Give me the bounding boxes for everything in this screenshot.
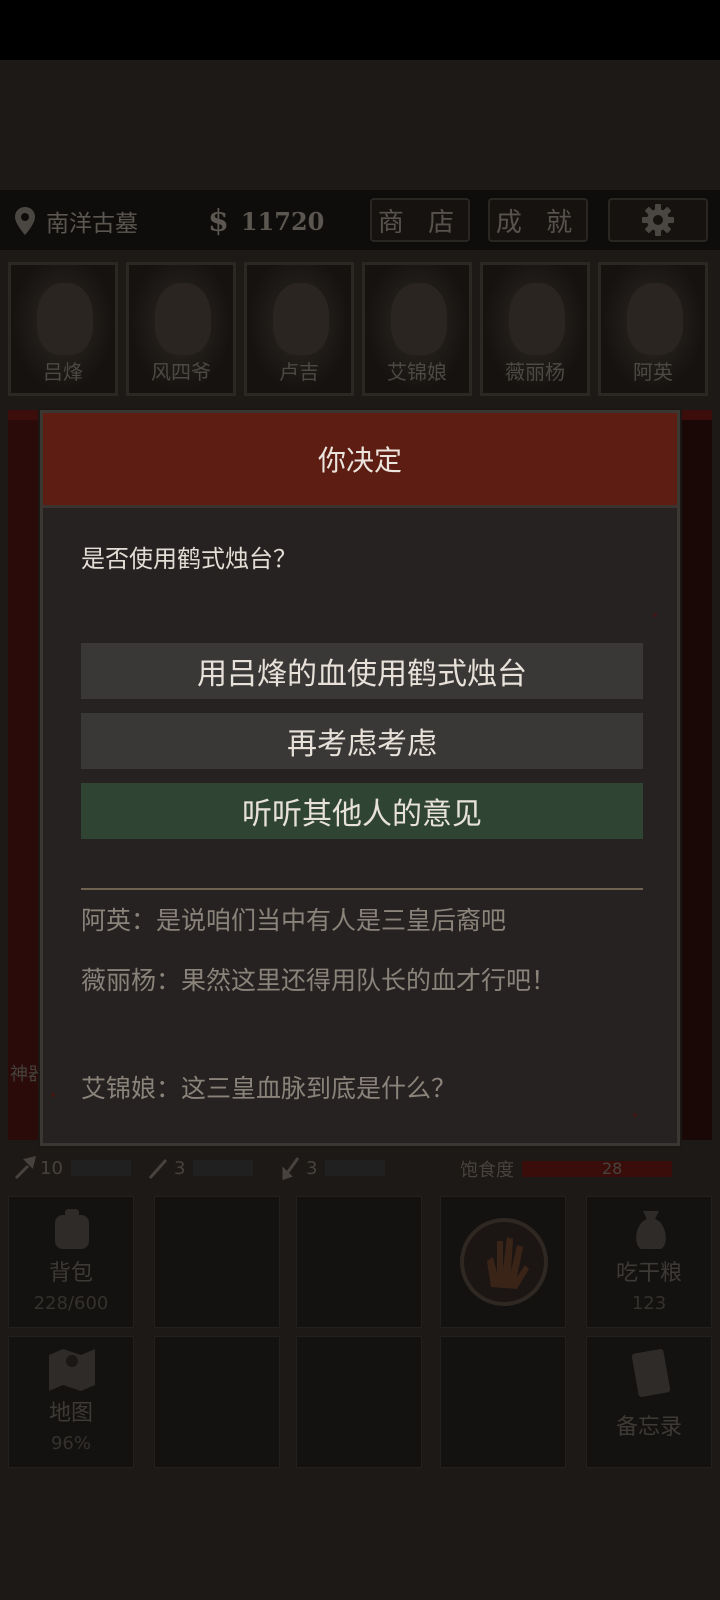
- character-portrait[interactable]: 阿英: [598, 262, 708, 396]
- map-label: 地图: [48, 1401, 93, 1426]
- dialog-header: 你决定: [43, 413, 677, 508]
- blood-speck: [51, 1093, 55, 1097]
- portrait-face: [627, 283, 683, 355]
- choice-ask-others-button[interactable]: 听听其他人的意见: [81, 783, 643, 839]
- dialog-line: 阿英： 是说咱们当中有人是三皇后裔吧: [81, 899, 643, 943]
- speaker-text: 是说咱们当中有人是三皇后裔吧: [156, 906, 507, 935]
- stats-bar: 10 3 3 饱食度 28: [0, 1150, 720, 1186]
- empty-slot: [154, 1336, 280, 1468]
- character-name: 风四爷: [151, 360, 211, 384]
- shovel-icon: [14, 1156, 36, 1180]
- choice-reconsider-button[interactable]: 再考虑考虑: [81, 713, 643, 769]
- backpack-label: 背包: [48, 1261, 93, 1286]
- character-portrait[interactable]: 吕烽: [8, 262, 118, 396]
- stat-bar: [70, 1160, 131, 1176]
- backpack-count: 228/600: [33, 1293, 109, 1314]
- character-portrait[interactable]: 艾锦娘: [362, 262, 472, 396]
- blood-speck: [653, 613, 657, 617]
- backpack-icon: [55, 1209, 89, 1249]
- eat-rations-button[interactable]: 吃干粮 123: [586, 1196, 712, 1328]
- memo-button[interactable]: 备忘录: [586, 1336, 712, 1468]
- money-display: $ 11720: [208, 203, 325, 239]
- hand-icon: [460, 1218, 548, 1306]
- portrait-face: [509, 283, 565, 355]
- money-amount: 11720: [240, 206, 325, 236]
- stat-value: 3: [306, 1157, 318, 1179]
- character-portrait[interactable]: 卢吉: [244, 262, 354, 396]
- spade-icon: [282, 1157, 300, 1180]
- dialog-line: 艾锦娘： 这三皇血脉到底是什么？: [81, 1067, 643, 1111]
- gear-icon: [642, 204, 674, 236]
- eat-rations-label: 吃干粮: [615, 1261, 682, 1286]
- empty-slot: [296, 1196, 422, 1328]
- map-percent: 96%: [50, 1433, 91, 1454]
- character-portraits: 吕烽 风四爷 卢吉 艾锦娘 薇丽杨 阿英: [8, 262, 712, 398]
- notebook-icon: [631, 1349, 671, 1397]
- empty-slot: [296, 1336, 422, 1468]
- character-name: 薇丽杨: [505, 360, 565, 384]
- character-portrait[interactable]: 薇丽杨: [480, 262, 590, 396]
- decision-dialog: 你决定 是否使用鹤式烛台？ 用吕烽的血使用鹤式烛台 再考虑考虑 听听其他人的意见…: [40, 410, 680, 1146]
- interact-button[interactable]: [440, 1196, 566, 1328]
- eat-rations-count: 123: [631, 1293, 667, 1314]
- portrait-face: [155, 283, 211, 355]
- character-name: 艾锦娘: [387, 360, 447, 384]
- achievements-button[interactable]: 成 就: [488, 198, 588, 242]
- map-icon: [49, 1349, 95, 1391]
- dialog-line: 薇丽杨： 果然这里还得用队长的血才行吧！: [81, 959, 643, 1003]
- empty-slot: [154, 1196, 280, 1328]
- portrait-face: [37, 283, 93, 355]
- action-grid: 背包 228/600 吃干粮 123 地图 96% 备忘录: [0, 1196, 720, 1470]
- stat-pick: 3: [148, 1156, 254, 1180]
- dialog-question: 是否使用鹤式烛台？: [81, 545, 297, 573]
- map-button[interactable]: 地图 96%: [8, 1336, 134, 1468]
- satiety-bar: 28: [522, 1159, 672, 1178]
- speaker-name: 艾锦娘：: [81, 1074, 182, 1103]
- satiety-label: 饱食度: [460, 1160, 514, 1181]
- stat-shovel: 10: [14, 1156, 131, 1180]
- speaker-text: 果然这里还得用队长的血才行吧！: [181, 966, 557, 995]
- portrait-face: [273, 283, 329, 355]
- location-indicator: 南洋古墓: [14, 204, 138, 238]
- choice-use-blood-button[interactable]: 用吕烽的血使用鹤式烛台: [81, 643, 643, 699]
- stat-spade: 3: [280, 1156, 386, 1180]
- background-panel: [8, 420, 38, 1140]
- top-black-band: [0, 0, 720, 60]
- speaker-name: 阿英：: [81, 906, 157, 935]
- memo-label: 备忘录: [615, 1415, 682, 1440]
- portrait-face: [391, 283, 447, 355]
- bottom-black-band: [0, 1470, 720, 1600]
- stat-bar: [325, 1160, 386, 1176]
- pick-icon: [148, 1159, 168, 1179]
- character-name: 卢吉: [279, 360, 319, 384]
- speaker-text: 这三皇血脉到底是什么？: [181, 1074, 457, 1103]
- stat-value: 10: [40, 1157, 63, 1179]
- sack-icon: [636, 1211, 666, 1249]
- stat-value: 3: [174, 1157, 186, 1179]
- character-portrait[interactable]: 风四爷: [126, 262, 236, 396]
- location-pin-icon: [15, 207, 35, 235]
- settings-button[interactable]: [608, 198, 708, 242]
- dialog-divider: [81, 888, 643, 890]
- satiety: 饱食度 28: [460, 1156, 672, 1182]
- blood-speck: [633, 1113, 637, 1117]
- character-name: 阿英: [633, 360, 673, 384]
- empty-slot: [440, 1336, 566, 1468]
- dollar-icon: $: [208, 203, 229, 239]
- stat-bar: [193, 1160, 254, 1176]
- location-name: 南洋古墓: [46, 211, 138, 237]
- character-name: 吕烽: [43, 360, 83, 384]
- satiety-value: 28: [602, 1159, 623, 1178]
- shop-button[interactable]: 商 店: [370, 198, 470, 242]
- dialog-title: 你决定: [317, 444, 402, 477]
- speaker-name: 薇丽杨：: [81, 966, 182, 995]
- backpack-button[interactable]: 背包 228/600: [8, 1196, 134, 1328]
- background-panel: [682, 420, 712, 1140]
